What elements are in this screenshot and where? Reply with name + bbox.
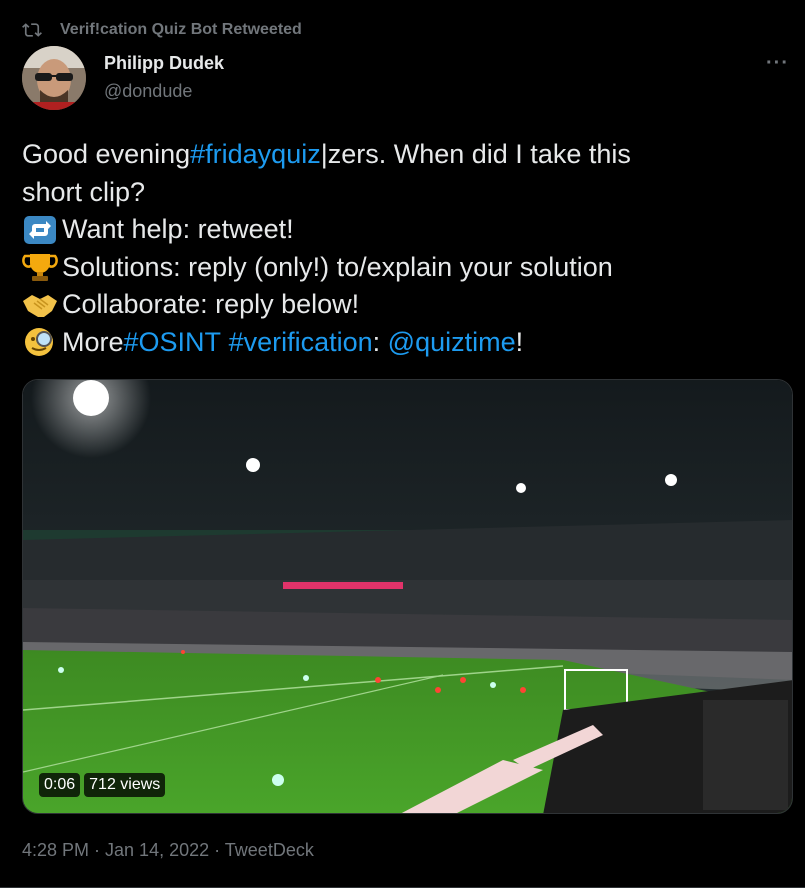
text-segment: !	[515, 326, 524, 357]
more-icon[interactable]: ···	[766, 52, 789, 75]
text-segment	[221, 324, 229, 362]
hashtag-link[interactable]: #OSINT	[124, 324, 222, 362]
author-handle[interactable]: @dondude	[104, 81, 192, 102]
text-segment: Good evening	[22, 139, 191, 169]
tweet-line-1: Good evening #fridayquiz |zers. When did…	[22, 136, 782, 174]
text-segment: Want help: retweet!	[62, 214, 294, 244]
retweet-icon	[22, 23, 42, 37]
text-segment: Solutions: reply (only!) to/explain your…	[62, 251, 613, 282]
mention-link[interactable]: @quiztime	[388, 324, 516, 362]
tweet-line-5: Collaborate: reply below!	[22, 286, 782, 324]
video-badges: 0:06 712 views	[39, 773, 166, 797]
tweet-line-4: Solutions: reply (only!) to/explain your…	[22, 249, 782, 287]
retweet-label: Verif!cation Quiz Bot Retweeted	[60, 21, 302, 38]
text-segment: :	[372, 326, 388, 357]
text-segment: short clip?	[22, 176, 146, 207]
retweet-context[interactable]: Verif!cation Quiz Bot Retweeted	[22, 18, 302, 42]
tweet-text: Good evening #fridayquiz |zers. When did…	[22, 136, 782, 361]
video-player[interactable]: 0:06 712 views	[22, 379, 793, 814]
tweet-line-6: More #OSINT #verification : @quiztime !	[22, 324, 782, 362]
tweet-line-3: Want help: retweet!	[22, 211, 782, 249]
repeat-emoji-icon	[24, 215, 56, 244]
hashtag-link[interactable]: #verification	[229, 324, 373, 362]
author-name[interactable]: Philipp Dudek	[104, 53, 224, 74]
trophy-emoji-icon	[22, 254, 58, 282]
video-duration: 0:06	[39, 773, 81, 797]
avatar[interactable]	[22, 46, 86, 110]
hashtag-link[interactable]: #fridayquiz	[190, 136, 321, 174]
tweet-timestamp[interactable]: 4:28 PM · Jan 14, 2022 · TweetDeck	[22, 840, 314, 861]
text-segment: Collaborate: reply below!	[62, 289, 360, 319]
video-thumbnail	[23, 380, 792, 813]
text-segment: More	[62, 326, 124, 357]
text-segment: |zers. When did I take this	[320, 139, 631, 169]
tweet-line-2: short clip?	[22, 174, 782, 212]
magnifier-emoji-icon	[25, 328, 53, 357]
video-views: 712 views	[84, 773, 166, 797]
handshake-emoji-icon	[23, 294, 57, 317]
